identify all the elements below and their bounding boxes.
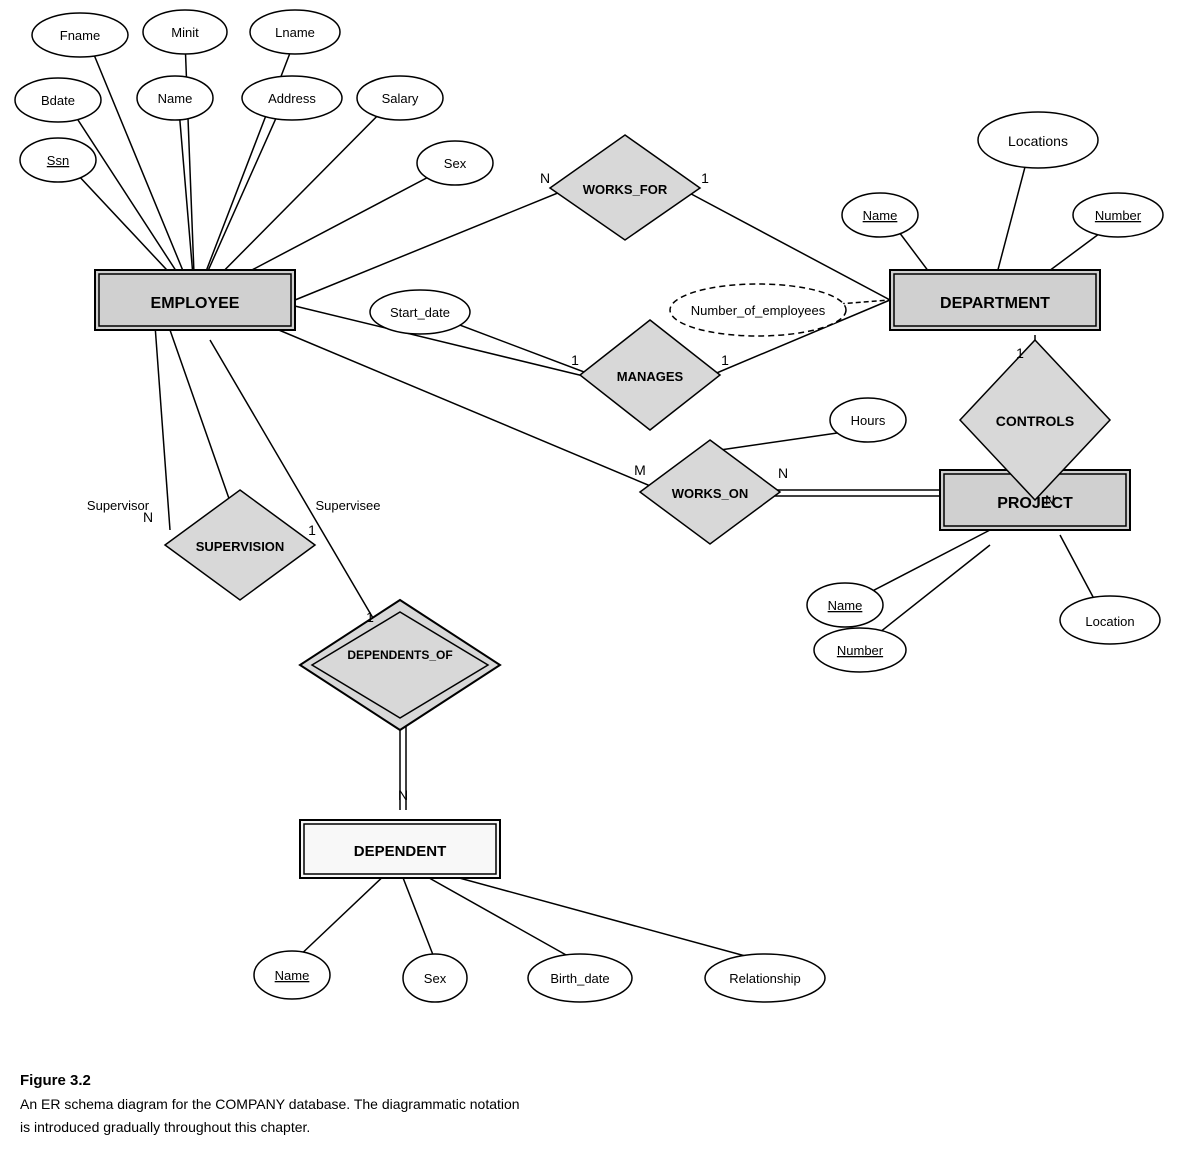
start-date-attr: Start_date — [390, 305, 450, 320]
bdate-attr: Bdate — [41, 93, 75, 108]
controls-label: CONTROLS — [996, 413, 1075, 429]
supervisee-label: Supervisee — [315, 498, 380, 513]
works-on-label: WORKS_ON — [672, 486, 749, 501]
manages-label: MANAGES — [617, 369, 684, 384]
proj-name-attr: Name — [828, 598, 863, 613]
controls-n: N — [1045, 492, 1055, 508]
lname-attr: Lname — [275, 25, 315, 40]
manages-1a: 1 — [571, 352, 579, 368]
works-for-n: N — [540, 170, 550, 186]
manages-1b: 1 — [721, 352, 729, 368]
dependents-of-1: 1 — [366, 609, 374, 625]
figure-caption: Figure 3.2 An ER schema diagram for the … — [20, 1069, 520, 1138]
supervision-label: SUPERVISION — [196, 539, 285, 554]
hours-attr: Hours — [851, 413, 886, 428]
dept-number-attr: Number — [1095, 208, 1142, 223]
employee-label: EMPLOYEE — [151, 295, 240, 312]
dependents-of-n: N — [398, 787, 408, 803]
ssn-attr: Ssn — [47, 153, 69, 168]
minit-attr: Minit — [171, 25, 199, 40]
fname-attr: Fname — [60, 28, 100, 43]
salary-attr: Salary — [382, 91, 419, 106]
caption-line2: is introduced gradually throughout this … — [20, 1116, 520, 1138]
dep-sex-attr: Sex — [424, 971, 447, 986]
dept-name-attr: Name — [863, 208, 898, 223]
figure-title: Figure 3.2 — [20, 1069, 520, 1093]
works-on-n: N — [778, 465, 788, 481]
works-on-m: M — [634, 462, 646, 478]
dependent-label: DEPENDENT — [354, 843, 447, 860]
works-for-1: 1 — [701, 170, 709, 186]
supervisor-label: Supervisor — [87, 498, 150, 513]
address-attr: Address — [268, 91, 316, 106]
birth-date-attr: Birth_date — [550, 971, 609, 986]
dependents-of-label: DEPENDENTS_OF — [347, 648, 452, 662]
emp-name-attr: Name — [158, 91, 193, 106]
controls-1: 1 — [1016, 345, 1024, 361]
location-attr: Location — [1085, 614, 1134, 629]
locations-attr: Locations — [1008, 133, 1068, 149]
department-label: DEPARTMENT — [940, 295, 1050, 312]
num-employees-attr: Number_of_employees — [691, 303, 826, 318]
relationship-attr: Relationship — [729, 971, 801, 986]
works-for-label: WORKS_FOR — [583, 182, 668, 197]
dep-name-attr: Name — [275, 968, 310, 983]
emp-sex-attr: Sex — [444, 156, 467, 171]
caption-line1: An ER schema diagram for the COMPANY dat… — [20, 1093, 520, 1115]
proj-number-attr: Number — [837, 643, 884, 658]
supervision-n: 1 — [308, 522, 316, 538]
